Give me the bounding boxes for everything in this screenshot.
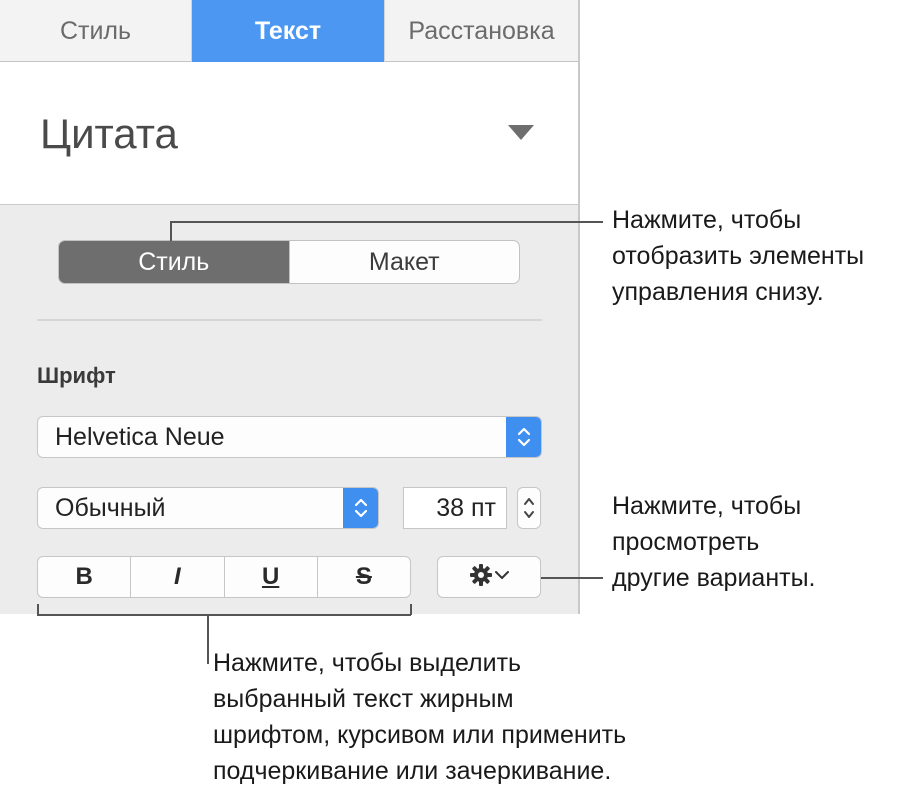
strikethrough-button[interactable]: S <box>316 557 410 597</box>
tab-bar: Стиль Текст Расстановка <box>0 0 578 62</box>
more-text-options-button[interactable] <box>437 556 541 598</box>
callout-bracket <box>37 614 411 616</box>
callout-leader-format <box>207 614 209 664</box>
tab-text[interactable]: Текст <box>192 0 384 62</box>
callout-leader-more <box>541 577 603 579</box>
callout-bracket <box>37 604 39 615</box>
callout-line: Нажмите, чтобы выделить <box>213 649 522 677</box>
segment-style[interactable]: Стиль <box>59 241 289 283</box>
style-layout-segmented-control: Стиль Макет <box>58 240 520 284</box>
callout-line: отобразить элементы <box>612 242 865 270</box>
typeface-popup[interactable]: Обычный <box>37 487 379 529</box>
bold-button[interactable]: B <box>38 557 130 597</box>
callout-line: выбранный текст жирным <box>213 685 514 713</box>
divider <box>37 319 542 321</box>
callout-line: Нажмите, чтобы <box>612 492 802 520</box>
callout-more: Нажмите, чтобы просмотреть другие вариан… <box>612 488 816 596</box>
chevron-down-icon <box>494 568 510 586</box>
font-size-field[interactable]: 38 пт <box>403 487 507 529</box>
paragraph-style-name: Цитата <box>40 110 178 157</box>
popup-arrows-icon <box>506 417 541 457</box>
font-family-value: Helvetica Neue <box>55 422 225 451</box>
stepper-icon[interactable] <box>517 487 541 529</box>
callout-leader-segment <box>170 221 172 241</box>
callout-bracket <box>410 604 412 615</box>
callout-line: просмотреть <box>612 528 760 556</box>
tab-arrange[interactable]: Расстановка <box>384 0 578 62</box>
callout-line: шрифтом, курсивом или применить <box>213 721 627 749</box>
popup-arrows-icon <box>343 488 378 528</box>
callout-leader-segment <box>170 221 603 223</box>
paragraph-style-popup[interactable]: Цитата <box>0 62 578 205</box>
font-family-popup[interactable]: Helvetica Neue <box>37 416 542 458</box>
font-section-label: Шрифт <box>37 363 116 388</box>
tab-style[interactable]: Стиль <box>0 0 192 62</box>
gear-icon <box>468 562 494 593</box>
callout-format: Нажмите, чтобы выделить выбранный текст … <box>213 645 626 785</box>
underline-button[interactable]: U <box>223 557 317 597</box>
dropdown-caret-icon <box>508 125 534 140</box>
callout-segment: Нажмите, чтобы отобразить элементы управ… <box>612 202 864 310</box>
callout-line: подчеркивание или зачеркивание. <box>213 757 612 785</box>
segment-layout[interactable]: Макет <box>288 241 520 283</box>
italic-button[interactable]: I <box>130 557 223 597</box>
callout-line: Нажмите, чтобы <box>612 206 802 234</box>
typeface-value: Обычный <box>55 493 166 522</box>
callout-line: управления снизу. <box>612 278 824 306</box>
text-format-buttons: B I U S <box>37 556 411 598</box>
callout-line: другие варианты. <box>612 564 816 592</box>
format-sidebar: Стиль Текст Расстановка Цитата Стиль Мак… <box>0 0 580 614</box>
